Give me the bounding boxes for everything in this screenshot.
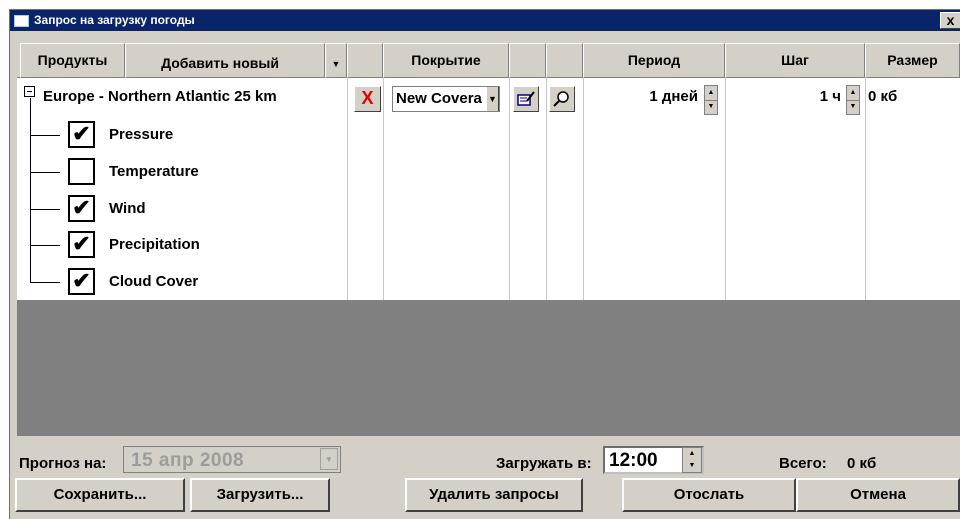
column-coverage[interactable]: Покрытие: [383, 43, 509, 78]
grid-divider: [383, 78, 384, 300]
column-products[interactable]: Продукты: [20, 43, 125, 78]
precipitation-checkbox[interactable]: ✔: [68, 231, 95, 258]
spin-up-icon[interactable]: ▲: [705, 86, 717, 101]
product-label-cloud-cover: Cloud Cover: [109, 273, 199, 290]
tree-line: [30, 245, 60, 246]
collapse-icon[interactable]: [24, 86, 35, 97]
tree-line: [30, 282, 60, 283]
grid-divider: [347, 78, 348, 300]
close-button[interactable]: x: [940, 12, 960, 29]
step-value[interactable]: 1 ч: [745, 88, 841, 105]
period-value[interactable]: 1 дней: [600, 88, 698, 105]
column-period[interactable]: Период: [583, 43, 725, 78]
chevron-down-icon: ▼: [320, 448, 338, 470]
grid-divider: [509, 78, 510, 300]
spin-down-icon[interactable]: ▼: [683, 460, 701, 472]
magnifier-icon: [553, 91, 569, 107]
tree-line: [30, 98, 31, 282]
column-step[interactable]: Шаг: [725, 43, 865, 78]
download-time-value[interactable]: 12:00: [609, 450, 658, 472]
product-label-precipitation: Precipitation: [109, 236, 200, 253]
step-spinner[interactable]: ▲ ▼: [846, 85, 860, 115]
spin-down-icon[interactable]: ▼: [705, 100, 717, 114]
edit-coverage-button[interactable]: [513, 86, 539, 112]
forecast-date-value: 15 апр 2008: [131, 450, 245, 471]
wind-checkbox[interactable]: ✔: [68, 195, 95, 222]
forecast-label: Прогноз на:: [19, 455, 107, 472]
x-icon: X: [361, 88, 374, 108]
window-title: Запрос на загрузку погоды: [34, 13, 195, 27]
temperature-checkbox[interactable]: [68, 158, 95, 185]
view-coverage-button[interactable]: [549, 86, 575, 112]
chevron-down-icon[interactable]: ▼: [486, 87, 499, 111]
spin-down-icon[interactable]: ▼: [847, 100, 859, 114]
spin-up-icon[interactable]: ▲: [683, 448, 701, 460]
coverage-value: New Covera: [396, 90, 482, 107]
delete-requests-button[interactable]: Удалить запросы: [405, 478, 583, 512]
send-button[interactable]: Отослать: [622, 478, 796, 512]
product-label-pressure: Pressure: [109, 126, 174, 143]
edit-icon: [517, 91, 535, 106]
column-edit: [509, 43, 546, 78]
delete-request-button[interactable]: X: [354, 86, 381, 112]
download-at-label: Загружать в:: [496, 455, 592, 472]
spin-up-icon[interactable]: ▲: [847, 86, 859, 101]
empty-grid-area: [17, 300, 960, 436]
grid-divider: [725, 78, 726, 300]
load-button[interactable]: Загрузить...: [190, 478, 330, 512]
cancel-button[interactable]: Отмена: [796, 478, 960, 512]
save-button[interactable]: Сохранить...: [15, 478, 185, 512]
column-size[interactable]: Размер: [865, 43, 960, 78]
grid-divider: [546, 78, 547, 300]
period-spinner[interactable]: ▲ ▼: [704, 85, 718, 115]
column-delete: [347, 43, 383, 78]
cloud-cover-checkbox[interactable]: ✔: [68, 268, 95, 295]
product-label-temperature: Temperature: [109, 163, 199, 180]
grid-divider: [583, 78, 584, 300]
add-new-product-button[interactable]: Добавить новый: [125, 43, 325, 78]
grid-divider: [865, 78, 866, 300]
total-value: 0 кб: [847, 455, 877, 472]
tree-line: [30, 135, 60, 136]
time-spinner[interactable]: ▲ ▼: [682, 447, 702, 473]
tree-line: [30, 209, 60, 210]
product-group-label[interactable]: Europe - Northern Atlantic 25 km: [43, 88, 277, 105]
pressure-checkbox[interactable]: ✔: [68, 121, 95, 148]
column-view: [546, 43, 583, 78]
product-label-wind: Wind: [109, 200, 146, 217]
tree-line: [30, 172, 60, 173]
size-value: 0 кб: [868, 88, 898, 105]
total-label: Всего:: [779, 455, 827, 472]
window-icon: [14, 15, 29, 27]
chevron-down-icon[interactable]: ▼: [325, 43, 347, 78]
